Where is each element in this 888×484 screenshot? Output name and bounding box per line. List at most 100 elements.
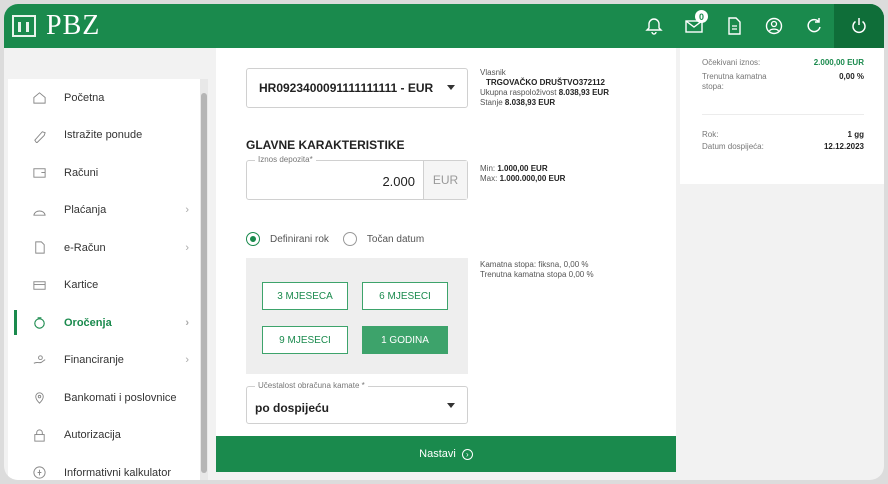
chevron-right-icon: › bbox=[185, 204, 189, 217]
interest-frequency-select[interactable]: Učestalost obračuna kamate * po dospijeć… bbox=[246, 381, 468, 424]
header-actions: 0 bbox=[634, 4, 884, 48]
message-count-badge: 0 bbox=[695, 10, 708, 23]
sidebar-nav: Početna Istražite ponude Računi Plaćanja… bbox=[8, 79, 204, 480]
sidebar-item-label: Oročenja bbox=[64, 316, 112, 329]
sidebar-item-label: Računi bbox=[64, 166, 99, 179]
caret-down-icon bbox=[447, 85, 455, 90]
sidebar-item-racuni[interactable]: Računi bbox=[8, 154, 203, 192]
sidebar-item-label: Informativni kalkulator bbox=[64, 466, 171, 479]
sidebar-item-autorizacija[interactable]: Autorizacija bbox=[8, 417, 203, 455]
account-owner-info: Vlasnik TRGOVAČKO DRUŠTVO372112 Ukupna r… bbox=[480, 68, 609, 108]
deposit-summary: Očekivani iznos: 2.000,00 EUR Trenutna k… bbox=[680, 48, 884, 184]
sidebar-item-label: Bankomati i poslovnice bbox=[64, 391, 177, 404]
interest-frequency-value: po dospijeću bbox=[255, 401, 330, 415]
sidebar-item-e-racun[interactable]: e-Račun › bbox=[8, 229, 203, 267]
card-icon bbox=[31, 277, 47, 293]
radio-exact-date-label[interactable]: Točan datum bbox=[367, 234, 424, 245]
term-type-radios: Definirani rok Točan datum bbox=[246, 232, 438, 246]
term-3-months-button[interactable]: 3 MJESECA bbox=[262, 282, 348, 310]
expected-amount-value: 2.000,00 EUR bbox=[813, 58, 864, 67]
deposit-amount-value: 2.000 bbox=[382, 174, 415, 189]
rate-value: fiksna, 0,00 % bbox=[538, 260, 589, 269]
current-rate-label: Trenutna kamatna stopa bbox=[480, 270, 567, 279]
lock-icon bbox=[31, 427, 47, 443]
document-icon[interactable] bbox=[714, 4, 754, 48]
tag-icon bbox=[31, 127, 47, 143]
term-1-year-button[interactable]: 1 GODINA bbox=[362, 326, 448, 354]
sidebar-item-kalkulator[interactable]: Informativni kalkulator bbox=[8, 454, 203, 480]
sidebar-scrollbar[interactable] bbox=[200, 79, 208, 480]
balance-label: Stanje bbox=[480, 98, 503, 107]
radio-defined-term-label[interactable]: Definirani rok bbox=[270, 234, 329, 245]
term-6-months-button[interactable]: 6 MJESECI bbox=[362, 282, 448, 310]
deposit-limits: Min: 1.000,00 EUR Max: 1.000.000,00 EUR bbox=[480, 164, 565, 184]
radio-defined-term[interactable] bbox=[246, 232, 260, 246]
rate-info: Kamatna stopa: fiksna, 0,00 % Trenutna k… bbox=[480, 260, 594, 280]
chevron-right-icon: › bbox=[185, 241, 189, 254]
term-value: 1 gg bbox=[847, 130, 864, 139]
expected-amount-row: Očekivani iznos: 2.000,00 EUR bbox=[702, 58, 864, 67]
sidebar-item-orocenja[interactable]: Oročenja › bbox=[8, 304, 203, 342]
sidebar-item-label: Istražite ponude bbox=[64, 129, 143, 142]
wallet-icon bbox=[31, 165, 47, 181]
due-date-label: Datum dospijeća: bbox=[702, 142, 764, 151]
sidebar-item-label: Plaćanja bbox=[64, 204, 107, 217]
bell-icon[interactable] bbox=[634, 4, 674, 48]
sidebar-scrollbar-thumb[interactable] bbox=[201, 93, 207, 473]
radio-exact-date[interactable] bbox=[342, 232, 357, 246]
top-bar: PBZ 0 bbox=[4, 4, 884, 48]
deposit-amount-label: Iznos depozita* bbox=[255, 155, 316, 164]
sidebar-item-kartice[interactable]: Kartice bbox=[8, 267, 203, 305]
sidebar-item-label: Autorizacija bbox=[64, 429, 121, 442]
summary-rate-label: Trenutna kamatna stopa: bbox=[702, 72, 767, 91]
balance-value: 8.038,93 EUR bbox=[504, 98, 556, 107]
sidebar-item-financiranje[interactable]: Financiranje › bbox=[8, 342, 203, 380]
account-select-value: HR0923400091111111111 - EUR bbox=[259, 81, 434, 95]
home-icon bbox=[31, 90, 47, 106]
pbz-logo-mark bbox=[12, 15, 36, 37]
deposit-amount-field[interactable]: Iznos depozita* 2.000 EUR bbox=[246, 155, 468, 200]
due-date-value: 12.12.2023 bbox=[823, 142, 864, 151]
interest-frequency-label: Učestalost obračuna kamate * bbox=[255, 381, 368, 390]
pbz-logo[interactable]: PBZ bbox=[12, 4, 100, 48]
payment-icon bbox=[31, 202, 47, 218]
chevron-right-icon: › bbox=[185, 316, 189, 329]
term-row: Rok: 1 gg bbox=[702, 130, 864, 139]
sidebar-item-label: Kartice bbox=[64, 279, 99, 292]
available-value: 8.038,93 EUR bbox=[558, 88, 609, 97]
arrow-right-circle-icon: › bbox=[461, 448, 473, 460]
sidebar-item-label: Početna bbox=[64, 91, 105, 104]
sidebar-item-placanja[interactable]: Plaćanja › bbox=[8, 192, 203, 230]
sidebar-item-bankomati[interactable]: Bankomati i poslovnice bbox=[8, 379, 203, 417]
term-label: Rok: bbox=[702, 130, 719, 139]
term-options: 3 MJESECA 6 MJESECI 9 MJESECI 1 GODINA bbox=[246, 258, 468, 374]
deposit-form: HR0923400091111111111 - EUR Vlasnik TRGO… bbox=[216, 48, 676, 441]
account-select[interactable]: HR0923400091111111111 - EUR bbox=[246, 68, 468, 108]
next-button[interactable]: Nastavi › bbox=[216, 436, 676, 472]
sidebar-item-pocetna[interactable]: Početna bbox=[8, 79, 203, 117]
max-label: Max: bbox=[480, 174, 498, 183]
logo-text: PBZ bbox=[46, 10, 101, 41]
power-icon[interactable] bbox=[834, 4, 884, 48]
sidebar-item-label: Financiranje bbox=[64, 354, 124, 367]
calculator-icon bbox=[31, 465, 47, 480]
expected-amount-label: Očekivani iznos: bbox=[702, 58, 761, 67]
caret-down-icon bbox=[447, 403, 455, 408]
summary-divider bbox=[702, 114, 864, 115]
mail-icon[interactable]: 0 bbox=[674, 4, 714, 48]
refresh-icon[interactable] bbox=[794, 4, 834, 48]
current-rate-row: Trenutna kamatna stopa: 0,00 % bbox=[702, 72, 864, 92]
max-value: 1.000.000,00 EUR bbox=[499, 174, 566, 183]
sidebar-item-istrazite-ponude[interactable]: Istražite ponude bbox=[8, 117, 203, 155]
app-window: PBZ 0 Početna Istražite ponude Računi Pl… bbox=[4, 4, 884, 480]
rate-label: Kamatna stopa: bbox=[480, 260, 537, 269]
summary-rate-value: 0,00 % bbox=[839, 72, 864, 81]
piggy-bank-icon bbox=[31, 315, 47, 331]
location-icon bbox=[31, 390, 47, 406]
term-9-months-button[interactable]: 9 MJESECI bbox=[262, 326, 348, 354]
sidebar-item-label: e-Račun bbox=[64, 241, 106, 254]
owner-label: Vlasnik bbox=[480, 68, 506, 77]
min-label: Min: bbox=[480, 164, 496, 173]
available-label: Ukupna raspoloživost bbox=[480, 88, 557, 97]
user-icon[interactable] bbox=[754, 4, 794, 48]
